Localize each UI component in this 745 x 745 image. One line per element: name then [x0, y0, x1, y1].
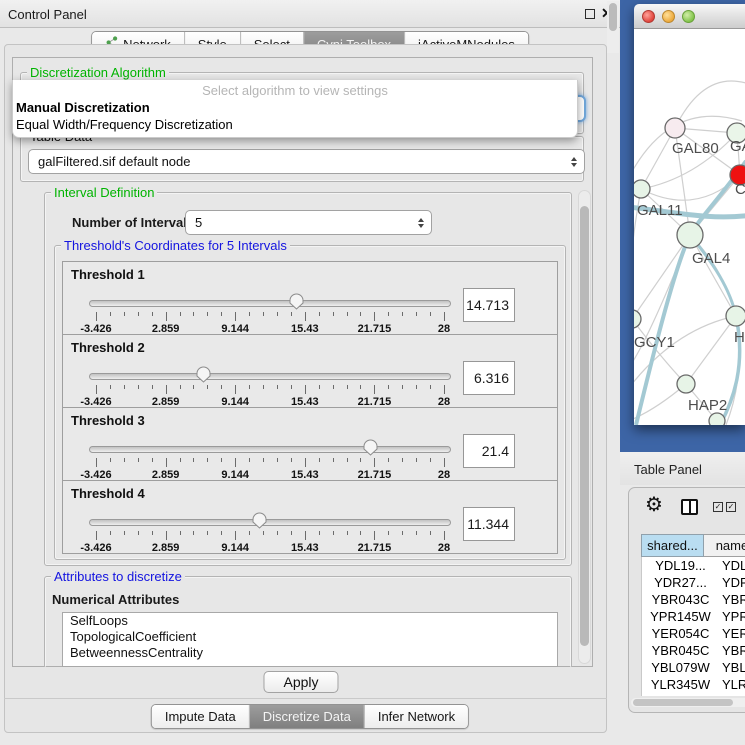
algorithm-dropdown-popup: Select algorithm to view settings Manual… — [12, 80, 578, 138]
column-header-name[interactable]: name — [704, 534, 745, 557]
columns-icon[interactable] — [681, 499, 698, 515]
table-panel-header: Table Panel — [620, 452, 745, 485]
numerical-attributes-label: Numerical Attributes — [52, 592, 179, 607]
network-node-gal11[interactable] — [634, 180, 650, 198]
table-row[interactable]: YIL052CYIL0 — [642, 693, 745, 696]
table-body: YDL19...YDL1YDR27...YDR2YBR043CYBR0YPR14… — [641, 557, 745, 696]
node-label: H — [734, 329, 745, 346]
network-edge[interactable] — [634, 235, 690, 319]
table-cell[interactable]: YBR0 — [719, 591, 745, 608]
table-cell[interactable]: YDL1 — [719, 557, 745, 574]
tab-discretize-data[interactable]: Discretize Data — [249, 705, 364, 728]
select-columns-icons[interactable]: ✓ ✓ — [713, 502, 736, 512]
bottom-tab-bar: Impute Data Discretize Data Infer Network — [151, 704, 469, 729]
network-node[interactable] — [709, 413, 725, 425]
node-table: shared... name YDL19...YDL1YDR27...YDR2Y… — [641, 534, 745, 696]
network-node-hap2[interactable] — [677, 375, 695, 393]
tab-infer-network[interactable]: Infer Network — [364, 705, 468, 728]
network-view-window[interactable]: GAL80 GA C GAL11 GAL4 GCY1 H HAP2 — [634, 4, 745, 425]
popup-option-manual-discretization[interactable]: Manual Discretization — [13, 99, 577, 116]
table-cell[interactable]: YIL052C — [642, 693, 719, 696]
table-cell[interactable]: YBL079W — [642, 659, 719, 676]
table-row[interactable]: YLR345WYLR3 — [642, 676, 745, 693]
control-panel: Control Panel ✕ NetworkStyleSelectCyni T… — [0, 0, 620, 745]
tab-label: Discretize Data — [263, 709, 351, 724]
tab-label: Infer Network — [378, 709, 455, 724]
checkbox-icon[interactable]: ✓ — [726, 502, 736, 512]
attribute-item-betweennesscentrality[interactable]: BetweennessCentrality — [63, 645, 557, 661]
table-cell[interactable]: YIL0 — [719, 693, 745, 696]
network-edge[interactable] — [690, 235, 736, 316]
node-label: GA — [730, 138, 745, 155]
table-cell[interactable]: YDL19... — [642, 557, 719, 574]
apply-button[interactable]: Apply — [263, 671, 338, 693]
attributes-list-scrollbar[interactable] — [607, 1, 619, 53]
attribute-item-topologicalcoefficient[interactable]: TopologicalCoefficient — [63, 629, 557, 645]
table-row[interactable]: YBR045CYBR0 — [642, 642, 745, 659]
node-label: HAP2 — [688, 397, 727, 414]
table-cell[interactable]: YER0 — [719, 625, 745, 642]
network-edge[interactable] — [686, 316, 736, 384]
network-window-titlebar[interactable] — [634, 4, 745, 29]
table-cell[interactable]: YBR0 — [719, 642, 745, 659]
scrollbar-thumb[interactable] — [633, 699, 733, 706]
table-cell[interactable]: YLR3 — [719, 676, 745, 693]
node-label: GCY1 — [634, 334, 675, 351]
table-row[interactable]: YPR145WYPR1 — [642, 608, 745, 625]
attributes-group-title: Attributes to discretize — [51, 569, 185, 584]
popup-option-equal-width-frequency-discretization[interactable]: Equal Width/Frequency Discretization — [13, 116, 577, 133]
table-cell[interactable]: YBR045C — [642, 642, 719, 659]
node-label: GAL11 — [637, 202, 683, 219]
node-label: C — [735, 181, 745, 198]
tab-label: Impute Data — [165, 709, 236, 724]
numerical-attributes-list[interactable]: SelfLoopsTopologicalCoefficientBetweenne… — [62, 612, 558, 667]
network-node-gal80[interactable] — [665, 118, 685, 138]
window-minimize-icon[interactable] — [662, 10, 675, 23]
checkbox-icon[interactable]: ✓ — [713, 502, 723, 512]
gear-icon[interactable]: ⚙ — [645, 495, 663, 515]
network-node-gcy1[interactable] — [634, 310, 641, 328]
network-node-gal4[interactable] — [677, 222, 703, 248]
table-cell[interactable]: YER054C — [642, 625, 719, 642]
table-cell[interactable]: YPR1 — [719, 608, 745, 625]
network-node-h[interactable] — [726, 306, 745, 326]
table-row[interactable]: YDR27...YDR2 — [642, 574, 745, 591]
table-cell[interactable]: YBL0 — [719, 659, 745, 676]
table-row[interactable]: YBR043CYBR0 — [642, 591, 745, 608]
table-panel: ⚙ ✓ ✓ shared... name YDL19...YDL1YDR27..… — [628, 487, 745, 713]
table-horizontal-scrollbar[interactable] — [631, 698, 745, 707]
node-label: GAL80 — [672, 140, 719, 157]
attribute-item-selfloops[interactable]: SelfLoops — [63, 613, 557, 629]
algorithm-placeholder-option: Select algorithm to view settings — [13, 80, 577, 99]
table-header-row: shared... name — [641, 534, 745, 557]
window-zoom-icon[interactable] — [682, 10, 695, 23]
table-row[interactable]: YDL19...YDL1 — [642, 557, 745, 574]
cytoscape-desktop: GAL80 GA C GAL11 GAL4 GCY1 H HAP2 — [620, 0, 745, 452]
network-graph: GAL80 GA C GAL11 GAL4 GCY1 H HAP2 — [634, 29, 745, 425]
table-cell[interactable]: YLR345W — [642, 676, 719, 693]
table-cell[interactable]: YDR27... — [642, 574, 719, 591]
node-label: GAL4 — [692, 250, 730, 267]
panel-divider — [4, 698, 607, 699]
table-row[interactable]: YBL079WYBL0 — [642, 659, 745, 676]
table-panel-title: Table Panel — [634, 462, 702, 477]
table-cell[interactable]: YDR2 — [719, 574, 745, 591]
window-close-icon[interactable] — [642, 10, 655, 23]
table-cell[interactable]: YPR145W — [642, 608, 719, 625]
scrollbar-thumb[interactable] — [609, 3, 617, 31]
column-header-shared-name[interactable]: shared... — [641, 534, 704, 557]
network-canvas[interactable]: GAL80 GA C GAL11 GAL4 GCY1 H HAP2 — [634, 29, 745, 425]
table-row[interactable]: YER054CYER0 — [642, 625, 745, 642]
table-cell[interactable]: YBR043C — [642, 591, 719, 608]
tab-impute-data[interactable]: Impute Data — [152, 705, 249, 728]
